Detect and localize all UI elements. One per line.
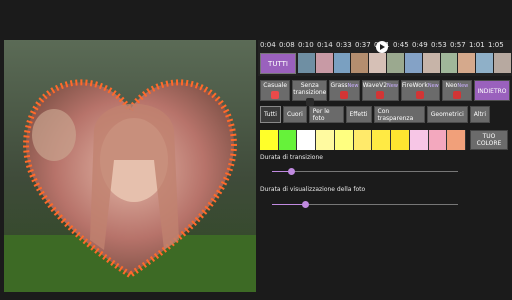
color-swatch[interactable] [409, 130, 429, 150]
color-swatch[interactable] [372, 130, 392, 150]
play-icon[interactable] [376, 41, 388, 53]
category-button[interactable]: NeoNew [441, 80, 473, 101]
color-swatch[interactable] [260, 130, 279, 150]
category-icon [340, 91, 349, 99]
category-icon [452, 91, 461, 99]
timeline-thumbnail[interactable] [458, 53, 477, 73]
tick-label: 1:05 [488, 41, 504, 49]
slider-fill [272, 204, 306, 205]
color-swatch[interactable] [334, 130, 354, 150]
heart-frame-image [4, 40, 256, 292]
category-button[interactable]: Casuale [260, 80, 291, 101]
category-label: Grass [330, 82, 348, 89]
color-swatch[interactable] [447, 130, 467, 150]
filter-tab[interactable]: Cuori [282, 106, 307, 123]
new-badge: New [427, 83, 439, 89]
tick-label: 0:10 [298, 41, 314, 49]
filter-tab[interactable]: Con trasparenza [373, 106, 425, 123]
filter-tab[interactable]: Tutti [260, 106, 281, 123]
timeline-thumbnail[interactable] [315, 53, 334, 73]
transition-duration-slider[interactable] [272, 168, 458, 175]
tick-label: 0:57 [450, 41, 466, 49]
timeline-thumbnail[interactable] [476, 53, 495, 73]
tick-label: 1:01 [469, 41, 485, 49]
color-swatch[interactable] [353, 130, 373, 150]
category-label: Senza transizione [293, 82, 327, 96]
slider-thumb[interactable] [287, 168, 295, 175]
timeline-thumbnail[interactable] [298, 53, 316, 73]
category-button[interactable]: Senza transizione [292, 80, 328, 106]
new-badge: New [387, 83, 398, 89]
tick-label: 0:08 [279, 41, 295, 49]
category-button[interactable]: GrassNew [329, 80, 360, 101]
color-swatch[interactable] [316, 130, 335, 150]
tick-label: 0:37 [355, 41, 371, 49]
timeline-thumbnail[interactable] [351, 53, 370, 73]
filter-tab[interactable]: Geometrici [426, 106, 468, 123]
new-badge: New [457, 83, 469, 89]
category-icon [416, 91, 425, 99]
category-label: WaveV2 [362, 82, 388, 89]
timeline-thumbnail[interactable] [440, 53, 459, 73]
tutti-button[interactable]: TUTTI [260, 53, 296, 74]
photo-duration-label: Durata di visualizzazione della foto [260, 186, 366, 193]
color-swatch[interactable] [297, 130, 317, 150]
photo-preview [4, 40, 256, 292]
category-label: FireWork [401, 82, 428, 89]
filter-tab[interactable]: Altri [469, 106, 490, 123]
photo-duration-slider[interactable] [272, 201, 458, 208]
tick-label: 0:14 [317, 41, 333, 49]
timeline-thumbnail[interactable] [387, 53, 405, 73]
category-label: Neo [445, 82, 458, 89]
editor-panel: 0:04 0:08 0:10 0:14 0:33 0:37 0:41 0:45 … [258, 40, 512, 300]
transition-duration-label: Durata di transizione [260, 154, 323, 161]
tick-label: 0:49 [412, 41, 428, 49]
timeline-thumbnail[interactable] [333, 53, 352, 73]
transition-categories: Casuale Senza transizione GrassNew WaveV2Ne… [260, 80, 511, 106]
filter-tab[interactable]: Per le foto [308, 106, 344, 123]
new-badge: New [347, 83, 359, 89]
timeline-thumbnail[interactable] [494, 53, 512, 73]
tick-label: 0:45 [393, 41, 409, 49]
color-swatch[interactable] [428, 130, 448, 150]
category-icon [271, 91, 280, 99]
category-icon [305, 98, 314, 106]
category-button[interactable]: WaveV2New [361, 80, 399, 101]
timeline-thumbnail[interactable] [404, 53, 423, 73]
thumbnail-strip[interactable] [298, 53, 512, 73]
back-button[interactable]: INDIETRO [474, 80, 511, 101]
timeline-thumbnail[interactable] [422, 53, 441, 73]
color-swatch[interactable] [278, 130, 298, 150]
category-button[interactable]: FireWorkNew [400, 80, 440, 101]
tick-label: 0:33 [336, 41, 352, 49]
tick-label: 0:53 [431, 41, 447, 49]
slider-thumb[interactable] [302, 201, 310, 208]
color-swatch[interactable] [391, 130, 410, 150]
category-label: Casuale [263, 82, 288, 89]
category-icon [376, 91, 385, 99]
timeline[interactable]: 0:04 0:08 0:10 0:14 0:33 0:37 0:41 0:45 … [258, 40, 512, 76]
your-color-button[interactable]: TUO COLORE [470, 130, 508, 150]
filter-tab[interactable]: Effetti [345, 106, 372, 123]
tick-label: 0:04 [260, 41, 276, 49]
filter-tabs: Tutti Cuori Per le foto Effetti Con traspare… [260, 106, 490, 124]
timeline-thumbnail[interactable] [369, 53, 388, 73]
color-swatches [260, 130, 467, 150]
